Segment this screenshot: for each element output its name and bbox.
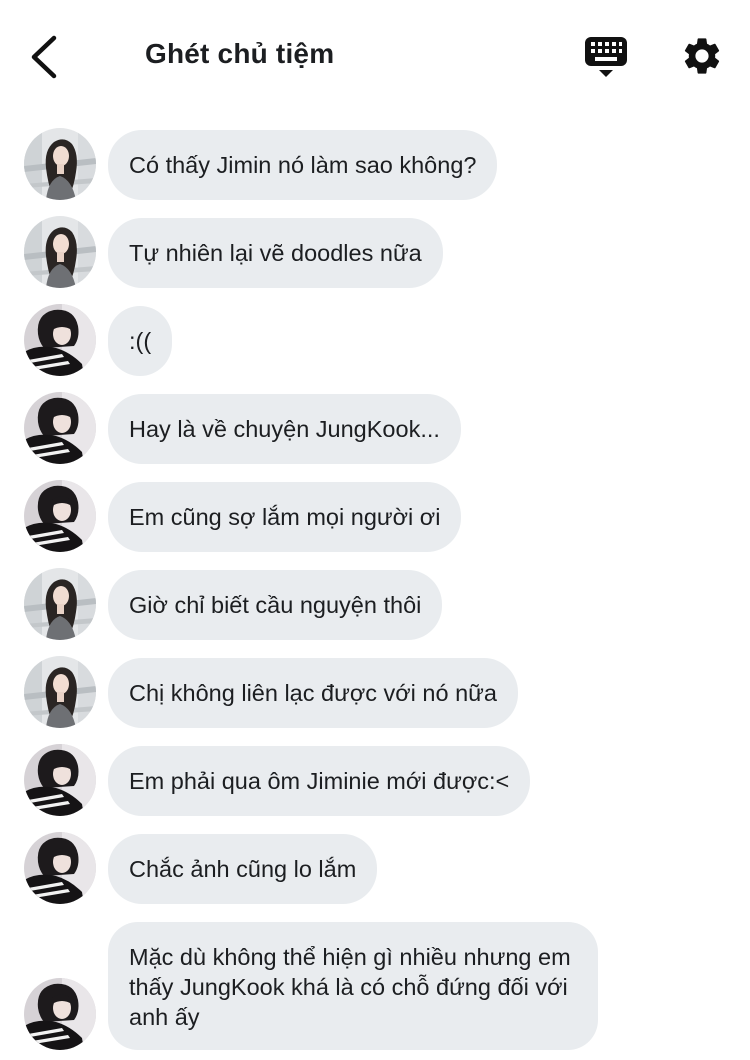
back-button[interactable] [22,32,66,80]
message-bubble[interactable]: Em cũng sợ lắm mọi người ơi [108,482,462,552]
gear-icon [684,38,720,74]
message-bubble[interactable]: Chắc ảnh cũng lo lắm [108,834,378,904]
avatar[interactable] [24,978,96,1050]
avatar[interactable] [24,656,96,728]
message-bubble[interactable]: Tự nhiên lại vẽ doodles nữa [108,218,443,288]
message-bubble[interactable]: :(( [108,306,173,376]
avatar-b-image [24,832,96,904]
avatar[interactable] [24,568,96,640]
avatar[interactable] [24,480,96,552]
avatar-b-image [24,392,96,464]
message-bubble[interactable]: Em phải qua ôm Jiminie mới được:< [108,746,531,816]
chat-title: Ghét chủ tiệm [145,38,335,69]
avatar-a-image [24,128,96,200]
avatar-b-image [24,480,96,552]
avatar-b-image [24,744,96,816]
keyboard-icon [585,37,627,77]
avatar-a-image [24,568,96,640]
message-bubble[interactable]: Có thấy Jimin nó làm sao không? [108,130,498,200]
chevron-left-icon [31,35,57,79]
avatar[interactable] [24,392,96,464]
avatar[interactable] [24,216,96,288]
avatar-b-image [24,978,96,1050]
avatar[interactable] [24,304,96,376]
message-bubble[interactable]: Hay là về chuyện JungKook... [108,394,461,464]
avatar[interactable] [24,744,96,816]
chat-header: Ghét chủ tiệm [0,0,750,110]
keyboard-button[interactable] [583,35,629,79]
avatar-b-image [24,304,96,376]
message-bubble[interactable]: Mặc dù không thể hiện gì nhiều nhưng em … [108,922,598,1050]
settings-button[interactable] [680,34,724,78]
avatar-a-image [24,216,96,288]
avatar[interactable] [24,128,96,200]
message-bubble[interactable]: Giờ chỉ biết cầu nguyện thôi [108,570,443,640]
avatar[interactable] [24,832,96,904]
avatar-a-image [24,656,96,728]
message-bubble[interactable]: Chị không liên lạc được với nó nữa [108,658,518,728]
